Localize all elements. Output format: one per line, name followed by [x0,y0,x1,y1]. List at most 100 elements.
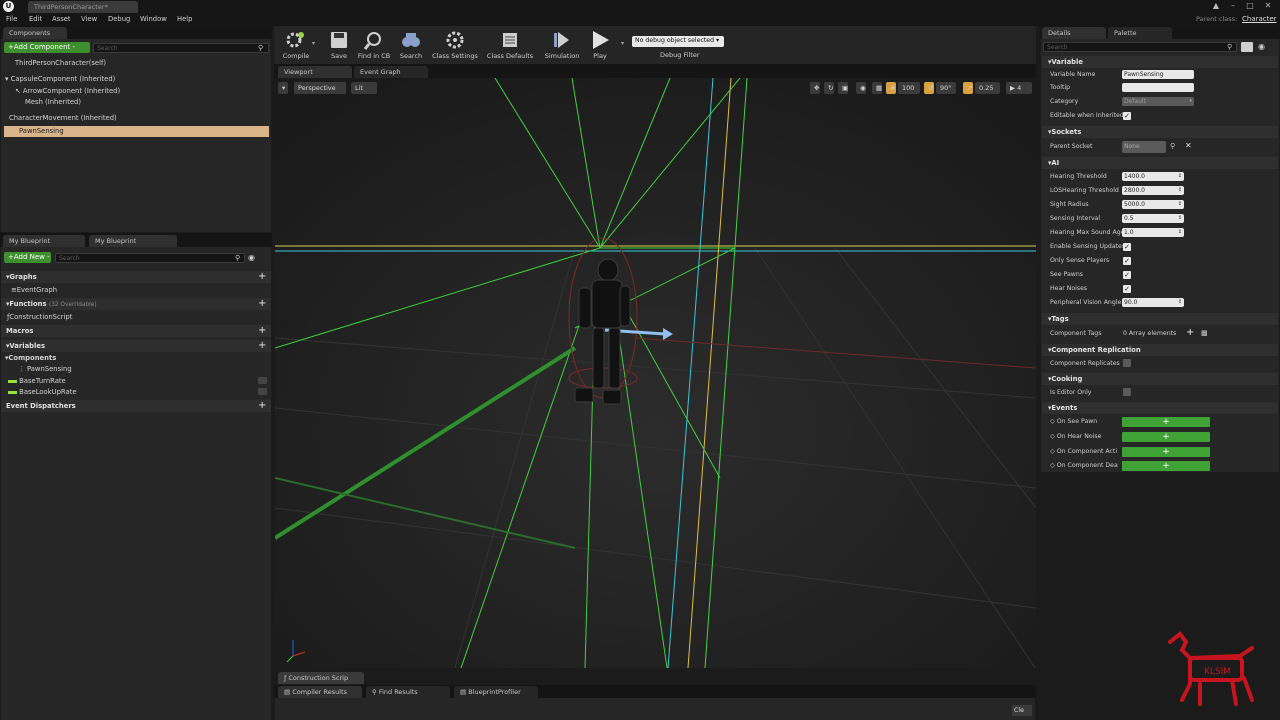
search-icon[interactable]: ⚲ [235,254,240,262]
tab-myblueprint-2[interactable]: My Blueprint [89,235,177,247]
play-button[interactable]: Play [586,27,614,63]
menu-file[interactable]: File [6,15,17,23]
parent-class-link[interactable]: Character [1242,15,1277,23]
rotation-snap-value[interactable]: 90° [936,82,956,94]
add-graph-icon[interactable]: + [258,272,266,282]
close-icon[interactable]: ✕ [1263,1,1273,11]
section-graphs[interactable]: ▾Graphs [1,271,271,283]
category-dropdown[interactable]: Default ▾ [1122,97,1194,106]
menu-asset[interactable]: Asset [52,15,71,23]
tab-find-results[interactable]: ⚲ Find Results [366,686,450,698]
eye-icon[interactable]: ◉ [248,253,255,262]
enable-sensing-updates-checkbox[interactable]: ✓ [1123,243,1131,251]
graph-item-eventgraph[interactable]: ≡EventGraph [11,286,57,294]
tab-palette[interactable]: Palette [1108,27,1172,39]
var-pawnsensing[interactable]: ⋮ PawnSensing [18,365,72,373]
class-defaults-button[interactable]: Class Defaults [484,27,536,63]
perspective-button[interactable]: Perspective [294,82,346,94]
add-on-component-activated-button[interactable]: + [1122,447,1210,457]
tab-compiler-results[interactable]: ▤ Compiler Results [278,686,362,698]
var-eye-icon[interactable] [258,377,267,384]
scale-icon[interactable]: ▣ [838,82,848,94]
section-component-replication[interactable]: ▾Component Replication [1042,344,1278,356]
menu-view[interactable]: View [81,15,97,23]
add-macro-icon[interactable]: + [258,326,266,336]
add-tag-icon[interactable]: + [1186,327,1194,338]
section-cooking[interactable]: ▾Cooking [1042,373,1278,385]
tab-components[interactable]: Components [3,27,67,39]
menu-window[interactable]: Window [140,15,167,23]
save-button[interactable]: Save [326,27,352,63]
add-function-icon[interactable]: + [258,299,266,309]
hearing-max-sound-age-input[interactable]: 1.0 ↕ [1122,228,1184,237]
clear-button[interactable]: Cle [1012,705,1032,716]
translate-icon[interactable]: ✥ [810,82,820,94]
component-charmovement[interactable]: CharacterMovement (Inherited) [9,114,117,122]
socket-search-icon[interactable]: ⚲ [1170,142,1175,150]
scale-snap-value[interactable]: 0.25 [975,82,1000,94]
section-variable[interactable]: ▾Variable [1042,56,1278,68]
function-item-constructionscript[interactable]: ƒConstructionScript [7,313,72,321]
editable-inherited-checkbox[interactable]: ✓ [1123,112,1131,120]
blueprint-search-input[interactable]: Search [55,253,245,263]
section-functions[interactable]: ▾Functions (32 Overridable) [1,298,271,310]
var-baseturnrate[interactable]: BaseTurnRate [8,377,66,385]
menu-help[interactable]: Help [177,15,193,23]
notification-icon[interactable]: ▲ [1211,1,1221,11]
variable-name-input[interactable]: PawnSensing [1122,70,1194,79]
section-sockets[interactable]: ▾Sockets [1042,126,1278,138]
tab-details[interactable]: Details [1042,27,1106,39]
component-root[interactable]: ThirdPersonCharacter(self) [15,59,106,67]
menu-edit[interactable]: Edit [29,15,42,23]
property-matrix-icon[interactable] [1241,42,1253,52]
sight-radius-input[interactable]: 5000.0 ↕ [1122,200,1184,209]
section-event-dispatchers[interactable]: Event Dispatchers [1,400,271,412]
sensing-interval-input[interactable]: 0.5 ↕ [1122,214,1184,223]
is-editor-only-checkbox[interactable] [1123,388,1131,396]
add-new-button[interactable]: +Add New - [4,252,51,263]
add-dispatcher-icon[interactable]: + [258,401,266,411]
add-on-hear-noise-button[interactable]: + [1122,432,1210,442]
rotate-icon[interactable]: ↻ [824,82,834,94]
compile-button[interactable]: Compile [276,27,316,63]
variables-components-group[interactable]: ▾Components [5,354,56,362]
camera-speed-button[interactable]: ▶ 4 [1006,82,1032,94]
component-arrow[interactable]: ↖ ArrowComponent (Inherited) [15,87,120,95]
tab-construction-script[interactable]: ƒ Construction Scrip [278,672,364,684]
parent-socket-value[interactable]: None [1122,141,1166,153]
tooltip-input[interactable] [1122,83,1194,92]
viewport-3d[interactable]: ▾ Perspective Lit ✥ ↻ ▣ ◉ ▦ # 100 ↺ 90° … [275,78,1036,668]
search-icon[interactable]: ⚲ [258,44,263,52]
delete-tags-icon[interactable]: ▩ [1201,329,1208,337]
component-capsule[interactable]: ▾ CapsuleComponent (Inherited) [5,75,115,83]
surface-snap-icon[interactable]: ▦ [872,82,882,94]
eye-icon[interactable]: ◉ [1258,42,1265,51]
section-variables[interactable]: ▾Variables [1,340,271,352]
component-mesh[interactable]: Mesh (Inherited) [25,98,81,106]
section-macros[interactable]: Macros [1,325,271,337]
grid-snap-icon[interactable]: # [886,82,896,94]
viewport-options-button[interactable]: ▾ [278,82,288,94]
only-sense-players-checkbox[interactable]: ✓ [1123,257,1131,265]
document-tab[interactable]: ThirdPersonCharacter* [28,1,138,13]
debug-object-dropdown[interactable]: No debug object selected ▾ [632,36,724,47]
maximize-icon[interactable]: □ [1245,1,1255,11]
play-options-icon[interactable]: ▾ [621,40,624,47]
tab-blueprint-profiler[interactable]: ▤ BlueprintProfiler [454,686,538,698]
peripheral-vision-input[interactable]: 90.0 ↕ [1122,298,1184,307]
rotation-snap-icon[interactable]: ↺ [924,82,934,94]
search-icon[interactable]: ⚲ [1227,43,1232,51]
see-pawns-checkbox[interactable]: ✓ [1123,271,1131,279]
var-eye-icon[interactable] [258,388,267,395]
search-button[interactable]: Search [396,27,426,63]
section-ai[interactable]: ▾AI [1042,157,1278,169]
add-on-see-pawn-button[interactable]: + [1122,417,1210,427]
component-pawnsensing-selected[interactable]: PawnSensing [4,126,269,137]
tab-event-graph[interactable]: Event Graph [354,66,428,78]
section-tags[interactable]: ▾Tags [1042,313,1278,325]
add-variable-icon[interactable]: + [258,341,266,351]
scale-snap-icon[interactable]: ↗ [963,82,973,94]
component-replicates-checkbox[interactable] [1123,359,1131,367]
section-events[interactable]: ▾Events [1042,402,1278,414]
components-search-input[interactable]: Search [93,43,269,53]
